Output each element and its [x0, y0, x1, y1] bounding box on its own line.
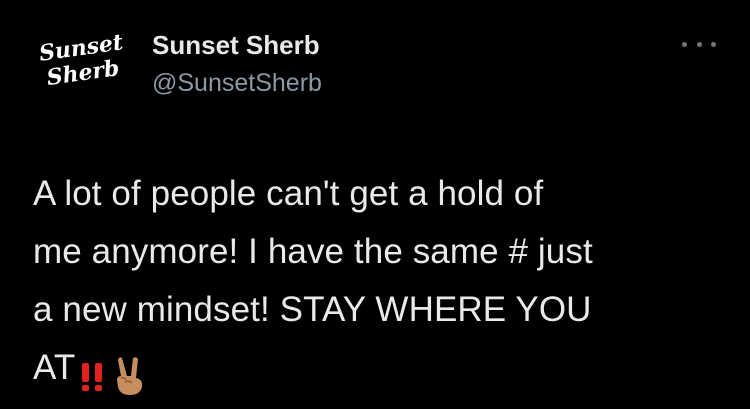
user-handle[interactable]: @SunsetSherb: [152, 69, 322, 98]
avatar[interactable]: Sunset Sherb: [36, 30, 132, 94]
tweet-text-line: me anymore! I have the same # just: [33, 232, 593, 271]
more-options-button[interactable]: [682, 36, 716, 52]
tweet-card[interactable]: Sunset Sherb Sunset Sherb @SunsetSherb A…: [0, 0, 750, 409]
tweet-text-last-line: AT: [33, 339, 723, 403]
tweet-text-line: AT: [33, 348, 76, 387]
victory-hand-icon: [111, 345, 147, 403]
more-horizontal-icon-dot: [696, 41, 702, 47]
tweet-text: A lot of people can't get a hold of me a…: [33, 165, 723, 403]
more-horizontal-icon: [682, 41, 687, 47]
display-name[interactable]: Sunset Sherb: [152, 30, 320, 61]
sunset-sherb-logo: Sunset Sherb: [37, 30, 124, 91]
double-exclamation-icon: [79, 345, 107, 403]
tweet-text-line: a new mindset! STAY WHERE YOU: [33, 290, 592, 329]
more-horizontal-icon-dot: [711, 41, 716, 47]
tweet-text-line: A lot of people can't get a hold of: [33, 174, 544, 213]
